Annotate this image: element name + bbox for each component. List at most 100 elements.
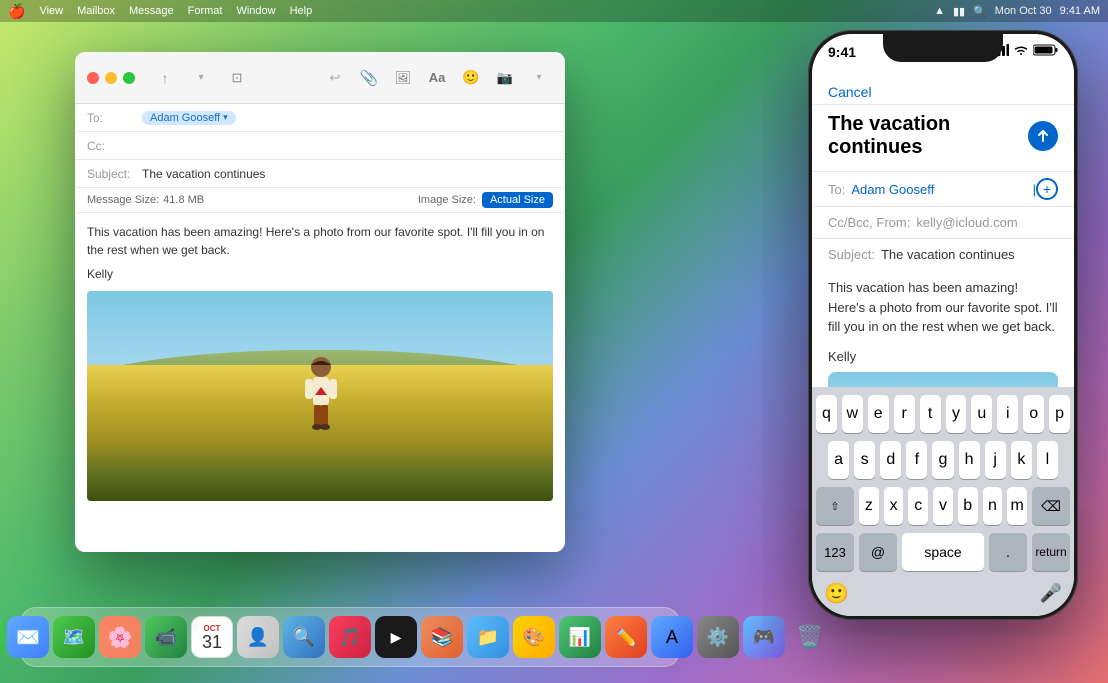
mail-body[interactable]: This vacation has been amazing! Here's a…	[75, 213, 565, 511]
dock-icon-calendar[interactable]: OCT 31	[191, 616, 233, 658]
return-key[interactable]: return	[1032, 533, 1070, 571]
iphone-to-label: To:	[828, 182, 845, 197]
iphone-subject-field-row[interactable]: Subject: The vacation continues	[812, 238, 1074, 270]
iphone-subject-text: The vacation continues	[828, 113, 1020, 159]
wifi-icon: ▲	[934, 5, 945, 17]
menu-message[interactable]: Message	[129, 5, 174, 17]
dock-icon-facetime[interactable]: 📹	[145, 616, 187, 658]
dock-icon-arcade[interactable]: 🎮	[743, 616, 785, 658]
dock-icon-systemprefs[interactable]: ⚙️	[697, 616, 739, 658]
recipient-tag[interactable]: Adam Gooseff ▾	[142, 111, 236, 125]
emoji-key[interactable]: 🙂	[824, 581, 849, 606]
menu-mailbox[interactable]: Mailbox	[77, 5, 115, 17]
dock-icon-appletv[interactable]: ▶	[375, 616, 417, 658]
dock-icon-contacts[interactable]: 👤	[237, 616, 279, 658]
key-n[interactable]: n	[983, 487, 1003, 525]
photo-attachment	[87, 291, 553, 501]
iphone-send-button[interactable]	[1028, 121, 1058, 151]
key-r[interactable]: r	[894, 395, 915, 433]
at-key[interactable]: @	[859, 533, 897, 571]
dock-icon-files[interactable]: 📁	[467, 616, 509, 658]
dock-icon-appstore[interactable]: A	[651, 616, 693, 658]
iphone-subject-label: Subject:	[828, 247, 875, 262]
key-f[interactable]: f	[906, 441, 927, 479]
add-recipient-button[interactable]: +	[1036, 178, 1058, 200]
battery-icon	[1033, 44, 1058, 56]
wifi-icon	[1013, 44, 1029, 56]
key-z[interactable]: z	[859, 487, 879, 525]
actual-size-button[interactable]: Actual Size	[482, 192, 553, 208]
dock-icon-finder[interactable]: 🔍	[283, 616, 325, 658]
key-a[interactable]: a	[828, 441, 849, 479]
undo-icon[interactable]: ↩	[321, 64, 349, 92]
dropdown-icon[interactable]: ▾	[525, 64, 553, 92]
key-u[interactable]: u	[971, 395, 992, 433]
key-t[interactable]: t	[920, 395, 941, 433]
menu-view[interactable]: View	[39, 5, 63, 17]
backspace-key[interactable]: ⌫	[1032, 487, 1070, 525]
message-size-value: 41.8 MB	[163, 194, 204, 206]
numbers-key[interactable]: 123	[816, 533, 854, 571]
key-y[interactable]: y	[946, 395, 967, 433]
dock-icon-photos[interactable]: 🌸	[99, 616, 141, 658]
dock-icon-trash[interactable]: 🗑️	[789, 616, 831, 658]
dock-icon-pages[interactable]: ✏️	[605, 616, 647, 658]
minimize-button[interactable]	[105, 72, 117, 84]
dock-icon-maps[interactable]: 🗺️	[53, 616, 95, 658]
key-j[interactable]: j	[985, 441, 1006, 479]
subject-field-row[interactable]: Subject: The vacation continues	[75, 160, 565, 188]
dock-icon-books[interactable]: 📚	[421, 616, 463, 658]
emoji-icon[interactable]: 🙂	[457, 64, 485, 92]
window-icon[interactable]: ⊡	[223, 64, 251, 92]
close-button[interactable]	[87, 72, 99, 84]
key-v[interactable]: v	[933, 487, 953, 525]
cancel-button[interactable]: Cancel	[828, 84, 872, 100]
photo-icon[interactable]: 🖼	[389, 64, 417, 92]
dock-icon-miro[interactable]: 🎨	[513, 616, 555, 658]
key-m[interactable]: m	[1007, 487, 1027, 525]
photo-add-icon[interactable]: 📷	[491, 64, 519, 92]
menu-help[interactable]: Help	[290, 5, 313, 17]
key-d[interactable]: d	[880, 441, 901, 479]
period-key[interactable]: .	[989, 533, 1027, 571]
iphone-to-row[interactable]: To: Adam Gooseff | +	[812, 171, 1074, 206]
dock: ⠿ 🧭 💬 ✉️ 🗺️ 🌸 📹 OCT 31 👤 🔍 🎵 ▶ 📚 📁 🎨 📊 ✏…	[20, 607, 680, 667]
key-o[interactable]: o	[1023, 395, 1044, 433]
space-key[interactable]: space	[902, 533, 984, 571]
format-icon[interactable]: Aa	[423, 64, 451, 92]
key-x[interactable]: x	[884, 487, 904, 525]
menu-window[interactable]: Window	[236, 5, 275, 17]
signature: Kelly	[87, 265, 553, 283]
key-h[interactable]: h	[959, 441, 980, 479]
key-b[interactable]: b	[958, 487, 978, 525]
apple-menu[interactable]: 🍎	[8, 3, 25, 20]
key-k[interactable]: k	[1011, 441, 1032, 479]
iphone-cc-row[interactable]: Cc/Bcc, From: kelly@icloud.com	[812, 206, 1074, 238]
recipient-chevron: ▾	[223, 112, 228, 123]
cc-field-row[interactable]: Cc:	[75, 132, 565, 160]
key-w[interactable]: w	[842, 395, 863, 433]
toolbar-chevron-icon[interactable]: ▾	[187, 64, 215, 92]
key-g[interactable]: g	[932, 441, 953, 479]
subject-value: The vacation continues	[142, 167, 553, 181]
maximize-button[interactable]	[123, 72, 135, 84]
mail-fields: To: Adam Gooseff ▾ Cc: Subject: The vaca…	[75, 104, 565, 213]
dock-icon-mail[interactable]: ✉️	[7, 616, 49, 658]
search-icon[interactable]: 🔍	[973, 5, 987, 18]
iphone-body[interactable]: This vacation has been amazing! Here's a…	[812, 270, 1074, 345]
key-s[interactable]: s	[854, 441, 875, 479]
dock-icon-numbers[interactable]: 📊	[559, 616, 601, 658]
key-p[interactable]: p	[1049, 395, 1070, 433]
key-e[interactable]: e	[868, 395, 889, 433]
key-i[interactable]: i	[997, 395, 1018, 433]
key-q[interactable]: q	[816, 395, 837, 433]
dock-icon-music[interactable]: 🎵	[329, 616, 371, 658]
key-l[interactable]: l	[1037, 441, 1058, 479]
shift-key[interactable]: ⇧	[816, 487, 854, 525]
mic-key[interactable]: 🎤	[1040, 583, 1062, 604]
attachment-icon[interactable]: 📎	[355, 64, 383, 92]
send-icon[interactable]: ↑	[151, 64, 179, 92]
menu-format[interactable]: Format	[188, 5, 223, 17]
key-c[interactable]: c	[908, 487, 928, 525]
to-field-row[interactable]: To: Adam Gooseff ▾	[75, 104, 565, 132]
